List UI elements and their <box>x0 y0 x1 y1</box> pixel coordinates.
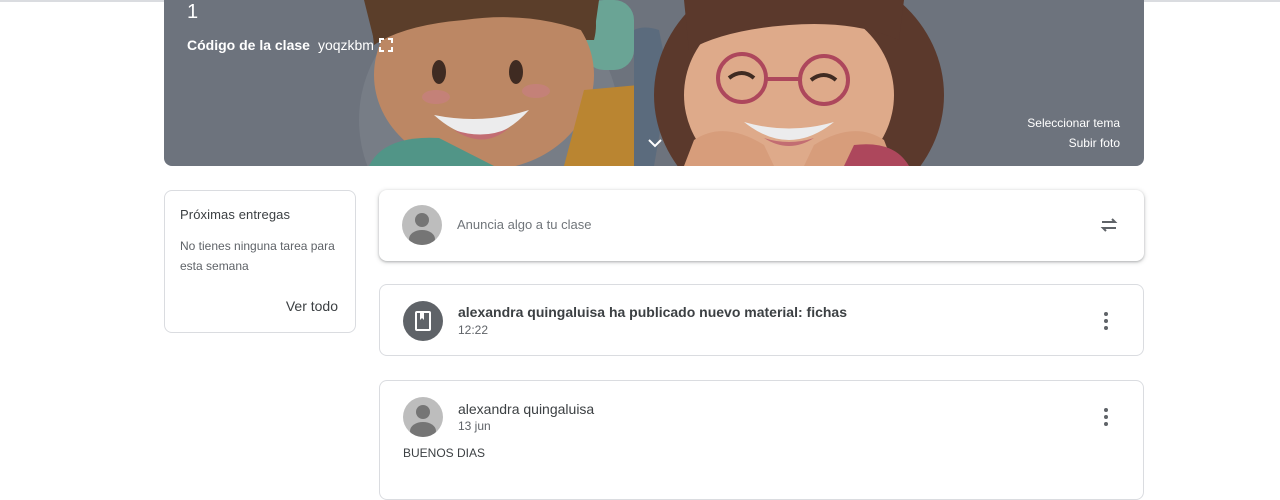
chevron-down-icon[interactable] <box>645 133 665 153</box>
book-icon <box>403 301 443 341</box>
avatar-icon <box>402 205 442 245</box>
more-vert-icon[interactable] <box>1097 407 1115 427</box>
class-banner: 1 Código de la clase yoqzkbm Seleccionar… <box>164 0 1144 166</box>
announce-box[interactable]: Anuncia algo a tu clase <box>379 190 1144 261</box>
more-vert-icon[interactable] <box>1097 311 1115 331</box>
repost-icon[interactable] <box>1098 214 1120 236</box>
expand-icon[interactable] <box>378 37 394 53</box>
stream-item-material[interactable]: alexandra quingaluisa ha publicado nuevo… <box>379 284 1144 356</box>
announce-placeholder[interactable]: Anuncia algo a tu clase <box>457 217 591 232</box>
see-all-link[interactable]: Ver todo <box>286 298 338 314</box>
upcoming-title: Próximas entregas <box>180 207 291 222</box>
class-code-label: Código de la clase <box>187 37 310 53</box>
post-body: BUENOS DIAS <box>403 446 486 460</box>
banner-links: Seleccionar tema Subir foto <box>1027 113 1120 153</box>
stream-item-post: alexandra quingaluisa 13 jun BUENOS DIAS <box>379 380 1144 500</box>
upcoming-message: No tienes ninguna tarea para esta semana <box>180 239 335 273</box>
material-title[interactable]: alexandra quingaluisa ha publicado nuevo… <box>458 304 847 320</box>
avatar-icon <box>403 397 443 437</box>
class-code-row: Código de la clase yoqzkbm <box>187 37 394 53</box>
select-theme-link[interactable]: Seleccionar tema <box>1027 113 1120 133</box>
class-section-number: 1 <box>187 1 199 23</box>
post-time: 13 jun <box>458 419 491 433</box>
upcoming-work-card: Próximas entregas No tienes ninguna tare… <box>164 190 356 333</box>
post-author: alexandra quingaluisa <box>458 401 595 417</box>
material-time: 12:22 <box>458 323 489 337</box>
class-code-value: yoqzkbm <box>317 37 374 53</box>
upload-photo-link[interactable]: Subir foto <box>1027 133 1120 153</box>
